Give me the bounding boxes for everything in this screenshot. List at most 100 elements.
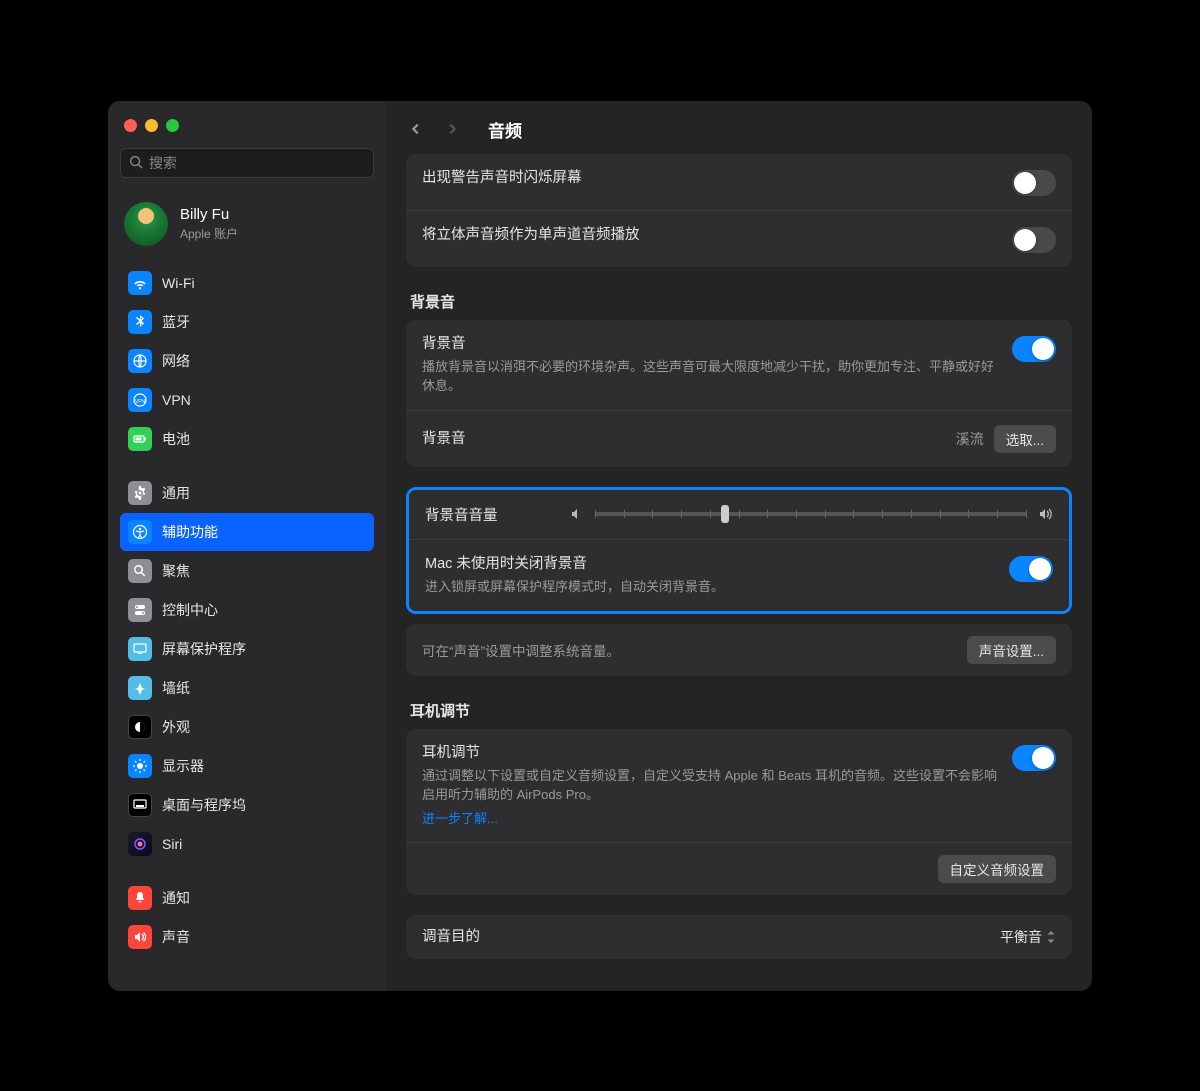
sidebar-item-battery[interactable]: 电池 [120, 420, 374, 458]
toggle-headphone-accommodations[interactable] [1012, 745, 1056, 771]
row-sound-settings-note: 可在“声音”设置中调整系统音量。 声音设置... [406, 624, 1072, 676]
sidebar-item-label: 桌面与程序坞 [162, 795, 246, 815]
row-desc: 通过调整以下设置或自定义音频设置，自定义受支持 Apple 和 Beats 耳机… [422, 766, 1000, 805]
sidebar-item-general[interactable]: 通用 [120, 474, 374, 512]
sidebar-item-network[interactable]: 网络 [120, 342, 374, 380]
row-desc: 播放背景音以消弭不必要的环境杂声。这些声音可最大限度地减少干扰，助你更加专注、平… [422, 357, 1000, 396]
sidebar-item-label: 通用 [162, 483, 190, 503]
sidebar-item-label: 显示器 [162, 756, 204, 776]
choose-sound-button[interactable]: 选取... [994, 425, 1056, 453]
group-tuning: 调音目的 平衡音 [406, 915, 1072, 959]
sidebar-item-label: 网络 [162, 351, 190, 371]
toggle-background-sound[interactable] [1012, 336, 1056, 362]
battery-icon [128, 427, 152, 451]
sidebar-item-wifi[interactable]: Wi-Fi [120, 264, 374, 302]
sidebar-item-spotlight[interactable]: 聚焦 [120, 552, 374, 590]
sidebar: Billy Fu Apple 账户 Wi-Fi 蓝牙 网络 VPNVPN 电池 … [108, 101, 386, 991]
volume-high-icon [1037, 506, 1053, 522]
search-box[interactable] [120, 148, 374, 178]
sidebar-item-display[interactable]: 显示器 [120, 747, 374, 785]
search-input[interactable] [149, 155, 365, 171]
gear-icon [128, 481, 152, 505]
speaker-icon [128, 925, 152, 949]
row-background-picker: 背景音 溪流 选取... [406, 411, 1072, 467]
row-label: 背景音 [422, 334, 1000, 354]
search-icon [128, 559, 152, 583]
minimize-window[interactable] [145, 119, 158, 132]
sidebar-item-label: 辅助功能 [162, 522, 218, 542]
group-background-sound: 背景音 播放背景音以消弭不必要的环境杂声。这些声音可最大限度地减少干扰，助你更加… [406, 320, 1072, 467]
popup-value-text: 平衡音 [1000, 927, 1042, 947]
group-alerts: 出现警告声音时闪烁屏幕 将立体声音频作为单声道音频播放 [406, 154, 1072, 267]
wallpaper-icon [128, 676, 152, 700]
custom-audio-button[interactable]: 自定义音频设置 [938, 855, 1057, 883]
profile[interactable]: Billy Fu Apple 账户 [120, 196, 374, 264]
display-icon [128, 754, 152, 778]
settings-window: Billy Fu Apple 账户 Wi-Fi 蓝牙 网络 VPNVPN 电池 … [108, 101, 1092, 991]
sidebar-item-accessibility[interactable]: 辅助功能 [120, 513, 374, 551]
sidebar-item-siri[interactable]: Siri [120, 825, 374, 863]
sidebar-item-label: 墙纸 [162, 678, 190, 698]
scroll-area[interactable]: 出现警告声音时闪烁屏幕 将立体声音频作为单声道音频播放 背景音 背景音 播放背景… [386, 154, 1092, 991]
fullscreen-window[interactable] [166, 119, 179, 132]
siri-icon [128, 832, 152, 856]
sidebar-item-dock[interactable]: 桌面与程序坞 [120, 786, 374, 824]
toggle-mac-idle-off[interactable] [1009, 556, 1053, 582]
highlighted-region: 背景音音量 Mac 未使用时关闭背景音 [406, 487, 1072, 614]
content: 音频 出现警告声音时闪烁屏幕 将立体声音频作为单声道音频播放 背景音 背景音 [386, 101, 1092, 991]
chevron-updown-icon [1046, 930, 1056, 944]
bell-icon [128, 886, 152, 910]
row-label: 背景音 [422, 429, 956, 449]
sidebar-item-label: Siri [162, 836, 182, 852]
sidebar-item-sound[interactable]: 声音 [120, 918, 374, 956]
sidebar-item-label: 电池 [162, 429, 190, 449]
tuning-popup[interactable]: 平衡音 [1000, 927, 1056, 947]
section-header-background: 背景音 [406, 287, 1072, 320]
sidebar-item-vpn[interactable]: VPNVPN [120, 381, 374, 419]
sound-settings-button[interactable]: 声音设置... [967, 636, 1056, 664]
sidebar-item-screensaver[interactable]: 屏幕保护程序 [120, 630, 374, 668]
back-button[interactable] [406, 119, 426, 139]
row-background-sound: 背景音 播放背景音以消弭不必要的环境杂声。这些声音可最大限度地减少干扰，助你更加… [406, 320, 1072, 411]
forward-button[interactable] [442, 119, 462, 139]
avatar [124, 202, 168, 246]
sidebar-item-label: Wi-Fi [162, 275, 195, 291]
control-center-icon [128, 598, 152, 622]
sidebar-item-control-center[interactable]: 控制中心 [120, 591, 374, 629]
dock-icon [128, 793, 152, 817]
sidebar-item-label: 声音 [162, 927, 190, 947]
screensaver-icon [128, 637, 152, 661]
sidebar-item-label: 通知 [162, 888, 190, 908]
sidebar-item-label: 外观 [162, 717, 190, 737]
row-label: 调音目的 [422, 927, 1000, 947]
close-window[interactable] [124, 119, 137, 132]
sidebar-item-appearance[interactable]: 外观 [120, 708, 374, 746]
row-mono-audio: 将立体声音频作为单声道音频播放 [406, 211, 1072, 267]
volume-slider[interactable] [595, 512, 1027, 516]
group-headphone: 耳机调节 通过调整以下设置或自定义音频设置，自定义受支持 Apple 和 Bea… [406, 729, 1072, 895]
row-custom-audio: 自定义音频设置 [406, 843, 1072, 895]
volume-low-icon [569, 506, 585, 522]
sidebar-list: Wi-Fi 蓝牙 网络 VPNVPN 电池 通用 辅助功能 聚焦 控制中心 屏幕… [120, 264, 374, 956]
bluetooth-icon [128, 310, 152, 334]
row-desc: 进入锁屏或屏幕保护程序模式时，自动关闭背景音。 [425, 577, 997, 597]
row-flash-screen: 出现警告声音时闪烁屏幕 [406, 154, 1072, 211]
wifi-icon [128, 271, 152, 295]
sidebar-item-label: 屏幕保护程序 [162, 639, 246, 659]
note-text: 可在“声音”设置中调整系统音量。 [422, 640, 620, 660]
profile-name: Billy Fu [180, 206, 238, 223]
svg-text:VPN: VPN [135, 399, 146, 405]
sidebar-item-wallpaper[interactable]: 墙纸 [120, 669, 374, 707]
sidebar-item-notifications[interactable]: 通知 [120, 879, 374, 917]
toggle-mono-audio[interactable] [1012, 227, 1056, 253]
page-title: 音频 [488, 117, 522, 142]
row-label: 耳机调节 [422, 743, 1000, 763]
traffic-lights [120, 115, 374, 148]
toggle-flash-screen[interactable] [1012, 170, 1056, 196]
sidebar-item-label: 聚焦 [162, 561, 190, 581]
row-label: Mac 未使用时关闭背景音 [425, 554, 997, 574]
sidebar-item-label: 蓝牙 [162, 312, 190, 332]
sidebar-item-bluetooth[interactable]: 蓝牙 [120, 303, 374, 341]
slider-thumb[interactable] [721, 505, 729, 523]
learn-more-link[interactable]: 进一步了解... [422, 808, 498, 827]
